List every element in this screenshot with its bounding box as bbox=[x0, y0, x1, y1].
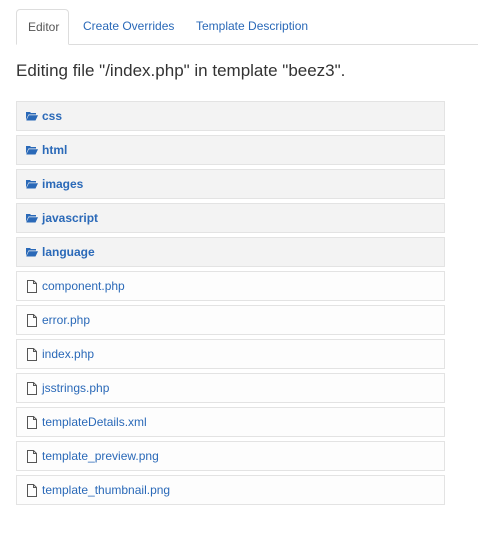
file-item-template-thumbnail-png[interactable]: template_thumbnail.png bbox=[16, 475, 445, 505]
page-title: Editing file "/index.php" in template "b… bbox=[16, 61, 346, 80]
tab-editor[interactable]: Editor bbox=[16, 9, 69, 45]
folder-label: images bbox=[42, 177, 84, 191]
file-item-templatedetails-xml[interactable]: templateDetails.xml bbox=[16, 407, 445, 437]
file-item-index-php[interactable]: index.php bbox=[16, 339, 445, 369]
folder-item-language[interactable]: language bbox=[16, 237, 445, 267]
folder-label: css bbox=[42, 109, 63, 123]
folder-open-icon bbox=[26, 211, 38, 225]
folder-open-icon bbox=[26, 177, 38, 191]
file-label: template_thumbnail.png bbox=[42, 483, 171, 497]
file-icon bbox=[26, 347, 38, 361]
file-tree: css html images javascript language comp… bbox=[16, 101, 445, 509]
file-label: error.php bbox=[42, 313, 91, 327]
folder-open-icon bbox=[26, 143, 38, 157]
file-icon bbox=[26, 279, 38, 293]
folder-open-icon bbox=[26, 109, 38, 123]
file-item-error-php[interactable]: error.php bbox=[16, 305, 445, 335]
folder-item-images[interactable]: images bbox=[16, 169, 445, 199]
tab-create-overrides[interactable]: Create Overrides bbox=[72, 9, 185, 45]
file-label: jsstrings.php bbox=[42, 381, 110, 395]
file-label: templateDetails.xml bbox=[42, 415, 147, 429]
file-item-jsstrings-php[interactable]: jsstrings.php bbox=[16, 373, 445, 403]
file-label: index.php bbox=[42, 347, 95, 361]
file-item-template-preview-png[interactable]: template_preview.png bbox=[16, 441, 445, 471]
folder-open-icon bbox=[26, 245, 38, 259]
tab-bar: Editor Create Overrides Template Descrip… bbox=[16, 9, 478, 45]
folder-label: language bbox=[42, 245, 95, 259]
tab-template-description[interactable]: Template Description bbox=[185, 9, 319, 45]
file-icon bbox=[26, 483, 38, 497]
folder-label: javascript bbox=[42, 211, 99, 225]
folder-item-javascript[interactable]: javascript bbox=[16, 203, 445, 233]
folder-label: html bbox=[42, 143, 68, 157]
file-item-component-php[interactable]: component.php bbox=[16, 271, 445, 301]
file-icon bbox=[26, 313, 38, 327]
file-icon bbox=[26, 381, 38, 395]
file-label: template_preview.png bbox=[42, 449, 159, 463]
file-icon bbox=[26, 449, 38, 463]
file-icon bbox=[26, 415, 38, 429]
folder-item-css[interactable]: css bbox=[16, 101, 445, 131]
file-label: component.php bbox=[42, 279, 125, 293]
folder-item-html[interactable]: html bbox=[16, 135, 445, 165]
